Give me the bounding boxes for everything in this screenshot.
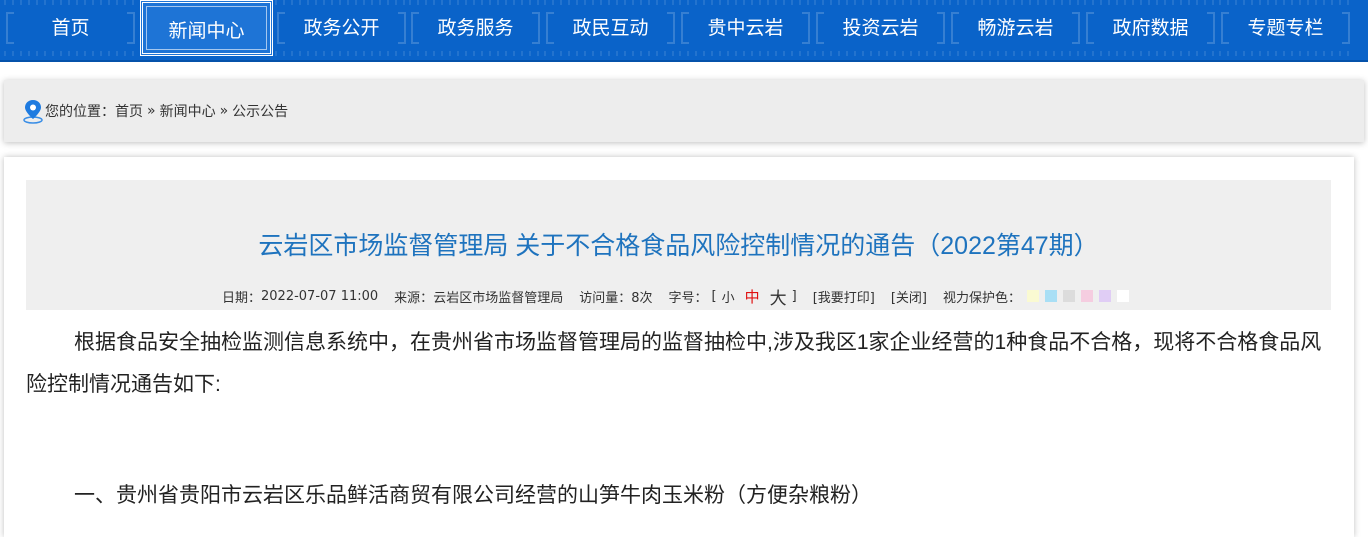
nav-decoration	[681, 12, 689, 44]
font-size-small-button[interactable]: 小	[722, 287, 735, 306]
breadcrumb-link-home[interactable]: 首页	[115, 101, 143, 121]
nav-decoration	[802, 12, 810, 44]
eye-color-swatch-white[interactable]	[1117, 290, 1130, 302]
font-size-medium-button[interactable]: 中	[745, 286, 760, 307]
visits-label: 访问量：	[579, 290, 632, 306]
nav-item-label: 政务公开	[303, 17, 380, 39]
close-button[interactable]: [关闭]	[891, 287, 927, 306]
eye-color-swatch-gray[interactable]	[1063, 290, 1076, 302]
nav-item-label: 首页	[51, 17, 90, 39]
nav-item-news-center[interactable]: 新闻中心	[140, 0, 273, 56]
date-value: 2022-07-07 11:00	[261, 288, 379, 304]
breadcrumb-link-announcements[interactable]: 公示公告	[232, 101, 288, 121]
nav-item-government-data[interactable]: 政府数据	[1084, 0, 1217, 56]
nav-decoration	[127, 12, 135, 44]
breadcrumb: 您的位置： 首页 » 新闻中心 » 公示公告	[4, 80, 1364, 142]
article-paragraph: 一、贵州省贵阳市云岩区乐品鲜活商贸有限公司经营的山笋牛肉玉米粉（方便杂粮粉）	[74, 484, 872, 507]
nav-item-label: 贵中云岩	[707, 17, 784, 39]
article-header: 云岩区市场监督管理局 关于不合格食品风险控制情况的通告（2022第47期） 日期…	[26, 180, 1331, 310]
nav-decoration	[1221, 12, 1229, 44]
nav-item-home[interactable]: 首页	[4, 0, 137, 56]
nav-decoration	[1072, 12, 1080, 44]
nav-decoration	[398, 12, 406, 44]
eye-color-swatch-yellow[interactable]	[1027, 290, 1040, 302]
nav-decoration	[277, 12, 285, 44]
nav-decoration	[816, 12, 824, 44]
source-value: 云岩区市场监督管理局	[433, 290, 564, 306]
nav-decoration	[1086, 12, 1094, 44]
eye-care-label: 视力保护色：	[943, 290, 1022, 306]
font-size-label: 字号：	[668, 290, 708, 306]
nav-item-label: 政府数据	[1112, 17, 1189, 39]
nav-item-tourism[interactable]: 畅游云岩	[949, 0, 1082, 56]
nav-decoration	[1342, 12, 1350, 44]
article-meta: 日期： 2022-07-07 11:00 来源： 云岩区市场监督管理局 访问量：…	[222, 284, 1130, 309]
nav-item-invest[interactable]: 投资云岩	[814, 0, 947, 56]
main-nav: 首页 新闻中心 政务公开 政务服务 政民互动 贵中云岩 投资云岩 畅游云岩 政府…	[0, 0, 1368, 62]
date-label: 日期：	[222, 290, 262, 306]
nav-decoration	[411, 12, 419, 44]
nav-item-label: 政务服务	[437, 17, 514, 39]
nav-item-label: 政民互动	[572, 17, 649, 39]
nav-item-interaction[interactable]: 政民互动	[544, 0, 677, 56]
nav-item-label: 投资云岩	[842, 17, 919, 39]
visits-value: 8次	[631, 290, 653, 306]
nav-item-government-affairs[interactable]: 政务公开	[275, 0, 408, 56]
nav-decoration	[6, 12, 14, 44]
breadcrumb-prefix: 您的位置：	[45, 104, 115, 120]
nav-item-government-services[interactable]: 政务服务	[409, 0, 542, 56]
article-title: 云岩区市场监督管理局 关于不合格食品风险控制情况的通告（2022第47期）	[258, 232, 1099, 260]
nav-decoration	[532, 12, 540, 44]
nav-item-label: 畅游云岩	[977, 17, 1054, 39]
nav-item-special-topics[interactable]: 专题专栏	[1219, 0, 1352, 56]
eye-color-swatch-purple[interactable]	[1099, 290, 1112, 302]
nav-item-label: 新闻中心	[168, 20, 245, 42]
article-card: 云岩区市场监督管理局 关于不合格食品风险控制情况的通告（2022第47期） 日期…	[4, 157, 1354, 537]
article-paragraph: 根据食品安全抽检监测信息系统中，在贵州省市场监督管理局的监督抽检中,涉及我区1家…	[26, 331, 1322, 396]
nav-item-guizhong-yunyan[interactable]: 贵中云岩	[679, 0, 812, 56]
nav-item-label: 专题专栏	[1247, 17, 1324, 39]
eye-color-swatch-blue[interactable]	[1045, 290, 1058, 302]
nav-decoration	[1207, 12, 1215, 44]
eye-color-swatch-pink[interactable]	[1081, 290, 1094, 302]
breadcrumb-separator: »	[219, 103, 229, 119]
nav-decoration	[951, 12, 959, 44]
print-button[interactable]: [我要打印]	[813, 287, 875, 306]
nav-decoration	[667, 12, 675, 44]
breadcrumb-link-news-center[interactable]: 新闻中心	[160, 101, 216, 121]
nav-decoration	[546, 12, 554, 44]
font-size-large-button[interactable]: 大	[770, 284, 787, 309]
font-size-bracket-open: [	[711, 288, 717, 304]
nav-decoration	[937, 12, 945, 44]
font-size-bracket-close: ]	[791, 288, 797, 304]
source-label: 来源：	[394, 290, 434, 306]
location-pin-icon	[23, 100, 43, 124]
breadcrumb-separator: »	[147, 103, 156, 119]
